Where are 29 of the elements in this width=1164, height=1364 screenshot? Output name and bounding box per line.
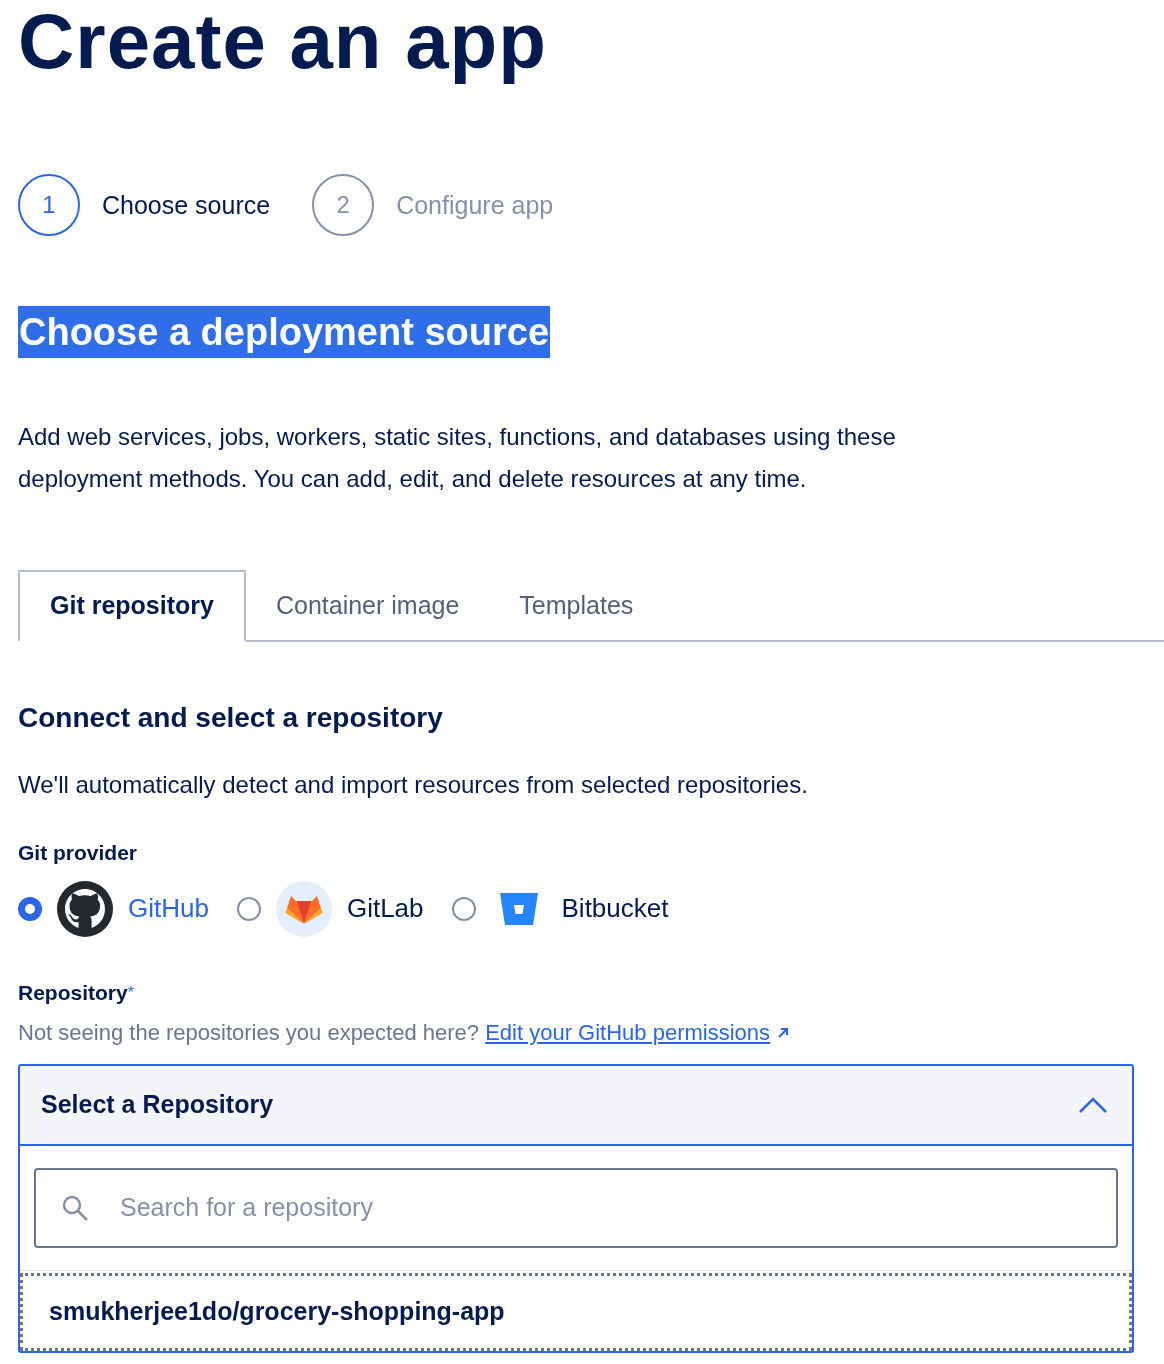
radio-button[interactable] — [18, 896, 42, 921]
search-field[interactable]: Search for a repository — [34, 1167, 1118, 1248]
provider-name: Bitbucket — [561, 893, 669, 925]
subheading: Connect and select a repository — [18, 700, 444, 735]
hint-text: Not seeing the repositories you expected here? — [18, 1019, 481, 1045]
dropdown-header[interactable]: Select a Repository — [20, 1065, 1132, 1146]
field-label: Repository — [18, 980, 128, 1004]
radio-button[interactable] — [236, 896, 261, 921]
description: Add web services, jobs, workers, static sites, functions, and databases using these deployment methods. You can add, edit, and delete resources at any time. — [18, 421, 897, 494]
provider-name: GitLab — [346, 893, 424, 925]
step-number: 1 — [18, 174, 80, 236]
radio-button[interactable] — [451, 896, 476, 921]
step-label: Configure app — [396, 190, 554, 220]
field-label: Git provider — [18, 839, 139, 866]
step-label: Choose source — [102, 190, 271, 220]
step-number: 2 — [312, 174, 375, 236]
provider-name: GitHub — [128, 893, 209, 925]
page-title: Create an app — [18, 0, 548, 87]
required-mark: * — [127, 983, 134, 1001]
permissions-link[interactable]: Edit your GitHub permissions — [485, 1019, 771, 1045]
external-link-icon — [776, 1025, 791, 1040]
repository-option[interactable]: smukherjee1do/grocery-shopping-app — [20, 1272, 1132, 1351]
section-title: Choose a deployment source — [18, 306, 550, 358]
tab[interactable]: Git repository — [18, 569, 246, 642]
subtext: We'll automatically detect and import resources from selected repositories. — [18, 769, 809, 800]
fox-logo-icon — [274, 879, 333, 938]
tab[interactable]: Templates — [489, 569, 664, 642]
github-logo-icon — [56, 879, 114, 938]
tab[interactable]: Container image — [245, 569, 490, 642]
